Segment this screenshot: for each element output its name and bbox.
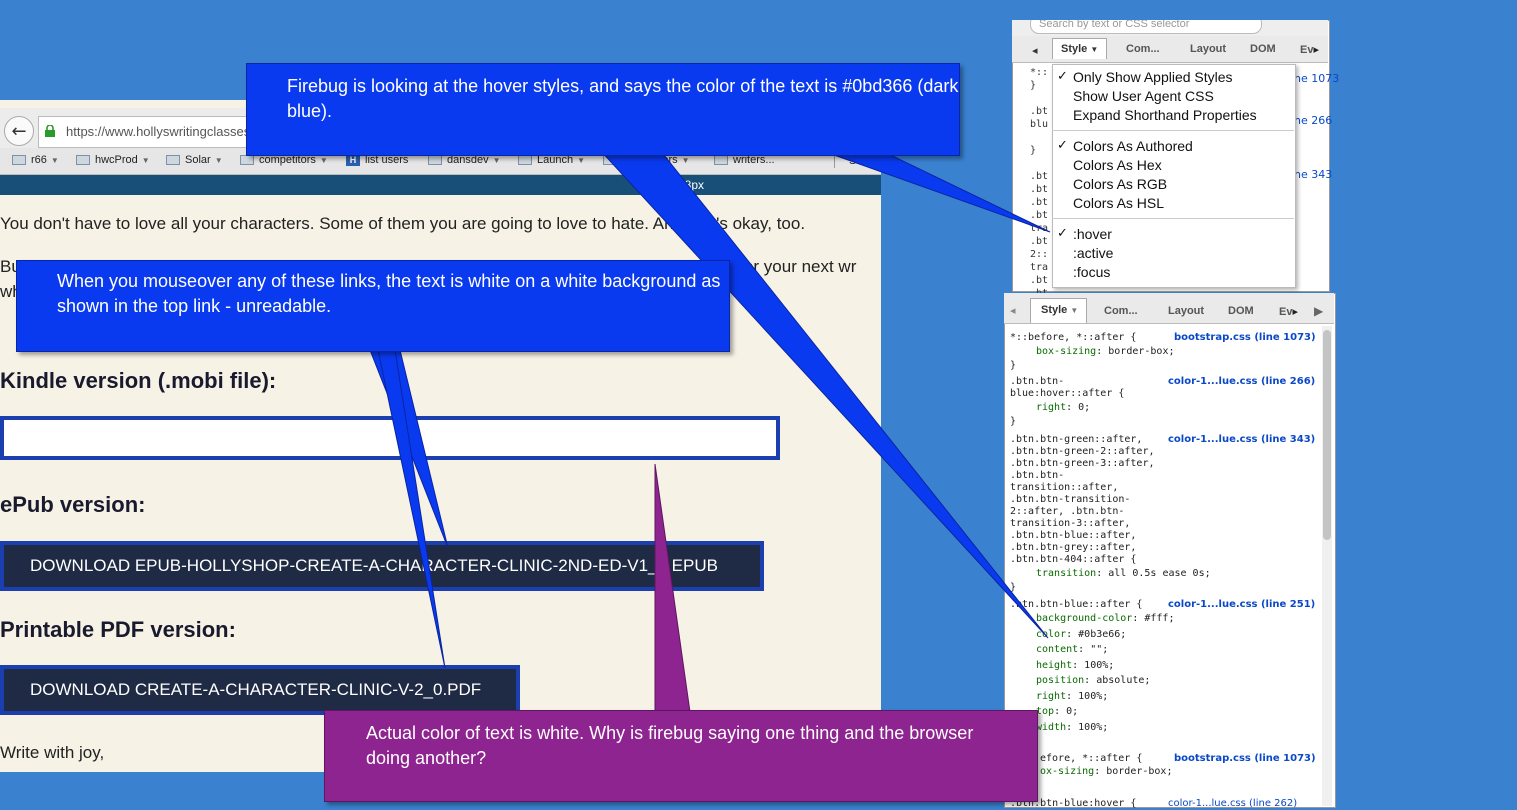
arrow-to-hover-option [819,149,1051,233]
callout-firebug-note: Firebug is looking at the hover styles, … [246,63,960,156]
arrow-to-kindle-button [654,463,691,713]
callout-actual-color-note: Actual color of text is white. Why is fi… [324,710,1038,802]
callout-mouseover-note: When you mouseover any of these links, t… [16,260,730,352]
